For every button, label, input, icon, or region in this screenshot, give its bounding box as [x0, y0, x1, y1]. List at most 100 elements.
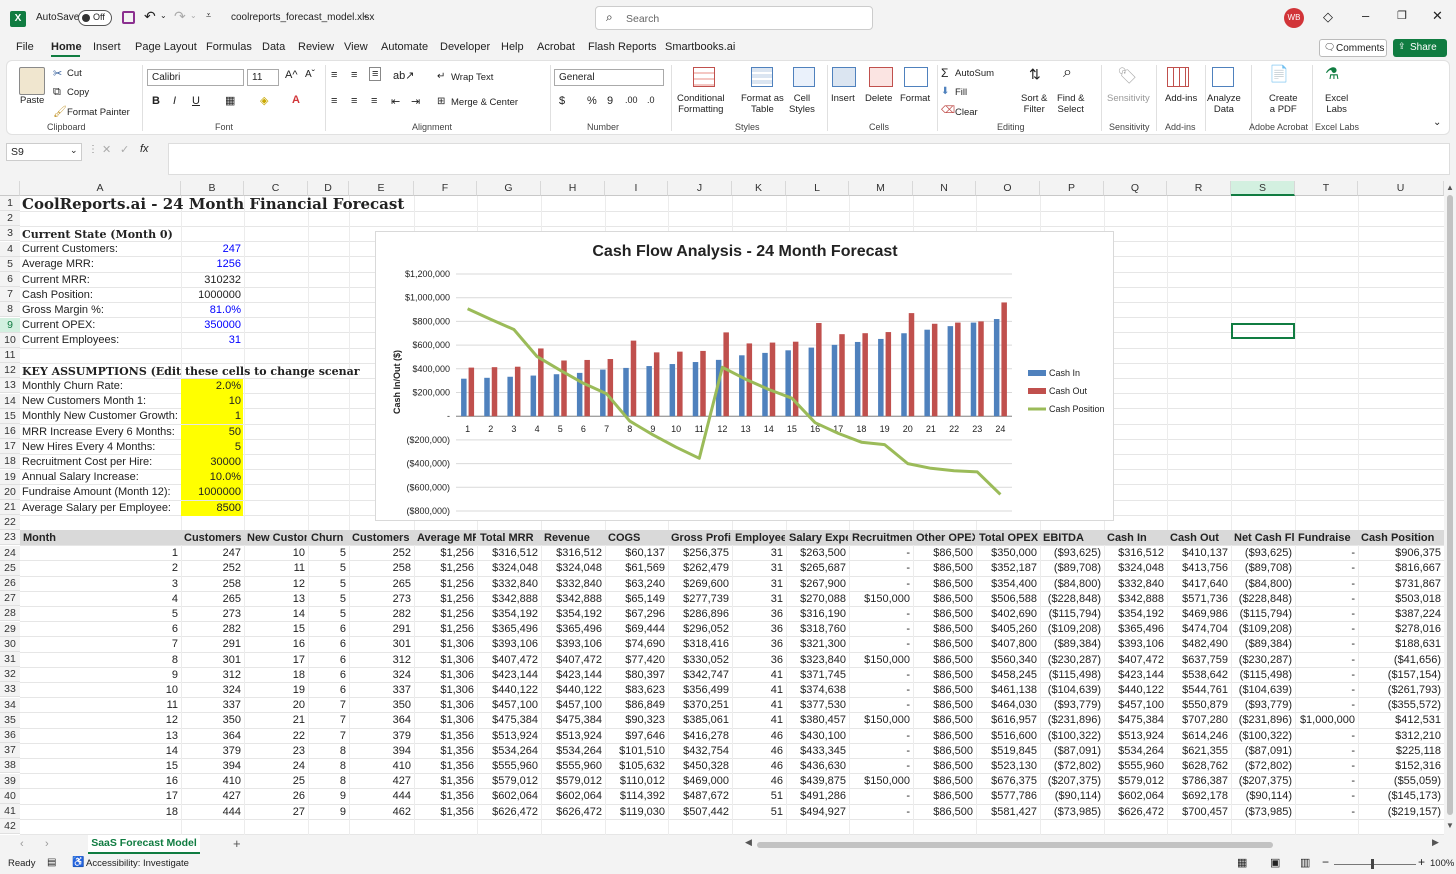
table-cell[interactable]: 350 [181, 713, 243, 728]
table-cell[interactable]: 46 [732, 759, 785, 774]
row-header[interactable]: 19 [0, 469, 20, 485]
table-cell[interactable]: $316,512 [541, 546, 604, 561]
table-cell[interactable]: $571,736 [1167, 592, 1230, 607]
table-cell[interactable]: $150,000 [849, 653, 912, 668]
fill-color-icon[interactable]: ◈ [260, 94, 268, 107]
table-cell[interactable]: $1,256 [414, 622, 476, 637]
table-cell[interactable]: ($219,157) [1358, 805, 1443, 820]
table-cell[interactable]: - [849, 744, 912, 759]
table-cell[interactable]: 7 [308, 698, 348, 713]
table-cell[interactable]: ($89,384) [1040, 637, 1103, 652]
table-cell[interactable]: $1,356 [414, 744, 476, 759]
zoom-slider[interactable] [1334, 864, 1416, 865]
align-middle-icon[interactable]: ≡ [351, 69, 357, 81]
table-cell[interactable]: 36 [732, 653, 785, 668]
enter-icon[interactable]: ✓ [120, 143, 129, 156]
row-header[interactable]: 28 [0, 606, 20, 622]
table-cell[interactable]: ($93,779) [1231, 698, 1294, 713]
table-cell[interactable]: - [849, 607, 912, 622]
page-break-view-icon[interactable]: ▥ [1300, 856, 1310, 869]
table-cell[interactable]: 46 [732, 744, 785, 759]
table-cell[interactable]: $324,048 [1104, 561, 1166, 576]
table-cell[interactable]: $352,187 [976, 561, 1039, 576]
table-cell[interactable]: $365,496 [541, 622, 604, 637]
table-cell[interactable]: - [1295, 653, 1357, 668]
table-header-cell[interactable]: Cash Position [1359, 531, 1443, 546]
table-cell[interactable]: $86,500 [913, 774, 975, 789]
table-header-cell[interactable]: Churn [309, 531, 348, 546]
table-cell[interactable]: 14 [20, 744, 180, 759]
table-cell[interactable]: 5 [308, 607, 348, 622]
next-sheet-icon[interactable]: › [45, 838, 49, 850]
assumption-label[interactable]: Fundraise Amount (Month 12): [20, 485, 180, 500]
table-cell[interactable]: $86,500 [913, 698, 975, 713]
table-cell[interactable]: $513,924 [477, 729, 540, 744]
row-header[interactable]: 2 [0, 211, 20, 227]
row-header[interactable]: 16 [0, 424, 20, 439]
table-cell[interactable]: ($109,208) [1040, 622, 1103, 637]
column-header[interactable]: A [20, 181, 181, 196]
zoom-level[interactable]: 100% [1430, 858, 1454, 869]
redo-icon[interactable]: ↷ [174, 8, 186, 25]
state-label[interactable]: Current OPEX: [20, 318, 180, 333]
table-cell[interactable]: $86,500 [913, 561, 975, 576]
borders-icon[interactable]: ▦ [225, 94, 235, 107]
table-cell[interactable]: 291 [181, 637, 243, 652]
tab-review[interactable]: Review [298, 41, 334, 53]
table-cell[interactable]: $692,178 [1167, 789, 1230, 804]
column-header[interactable]: R [1167, 181, 1231, 196]
assumption-label[interactable]: Average Salary per Employee: [20, 501, 180, 516]
table-cell[interactable]: 8 [308, 759, 348, 774]
assumption-value[interactable]: 50 [181, 424, 243, 440]
state-label[interactable]: Current Customers: [20, 242, 180, 257]
table-cell[interactable]: 364 [181, 729, 243, 744]
table-cell[interactable]: $439,875 [786, 774, 848, 789]
undo-dropdown-icon[interactable]: ⌄ [160, 11, 167, 20]
collapse-ribbon-icon[interactable]: ⌄ [1433, 117, 1441, 128]
table-cell[interactable]: $377,530 [786, 698, 848, 713]
table-cell[interactable]: $365,496 [477, 622, 540, 637]
table-cell[interactable]: 8 [308, 774, 348, 789]
table-cell[interactable]: 427 [181, 789, 243, 804]
align-top-icon[interactable]: ≡ [331, 69, 337, 81]
table-cell[interactable]: $579,012 [541, 774, 604, 789]
table-cell[interactable]: ($72,802) [1040, 759, 1103, 774]
table-cell[interactable]: $440,122 [1104, 683, 1166, 698]
row-header[interactable]: 8 [0, 302, 20, 318]
table-cell[interactable]: $544,761 [1167, 683, 1230, 698]
table-header-cell[interactable]: Customers ( [182, 531, 243, 546]
table-cell[interactable]: $475,384 [477, 713, 540, 728]
table-cell[interactable]: ($93,625) [1040, 546, 1103, 561]
fill-button[interactable]: Fill [955, 87, 967, 98]
table-cell[interactable]: - [1295, 698, 1357, 713]
column-header[interactable]: B [181, 181, 244, 196]
table-cell[interactable]: - [849, 668, 912, 683]
table-cell[interactable]: 18 [20, 805, 180, 820]
table-cell[interactable]: $86,500 [913, 607, 975, 622]
table-cell[interactable]: $265,687 [786, 561, 848, 576]
tab-acrobat[interactable]: Acrobat [537, 41, 575, 53]
table-cell[interactable]: 46 [732, 774, 785, 789]
table-cell[interactable]: $436,630 [786, 759, 848, 774]
table-cell[interactable]: $707,280 [1167, 713, 1230, 728]
table-cell[interactable]: $614,246 [1167, 729, 1230, 744]
row-header[interactable]: 41 [0, 804, 20, 819]
table-cell[interactable]: $507,442 [668, 805, 731, 820]
table-cell[interactable]: 20 [244, 698, 307, 713]
table-cell[interactable]: $105,632 [605, 759, 667, 774]
table-cell[interactable]: 11 [20, 698, 180, 713]
table-cell[interactable]: ($89,708) [1040, 561, 1103, 576]
table-cell[interactable]: $457,100 [477, 698, 540, 713]
table-cell[interactable]: $332,840 [541, 577, 604, 592]
row-header[interactable]: 27 [0, 591, 20, 607]
assumption-label[interactable]: Recruitment Cost per Hire: [20, 455, 180, 470]
table-cell[interactable]: $407,800 [976, 637, 1039, 652]
bold-icon[interactable]: B [152, 95, 160, 107]
table-cell[interactable]: 8 [308, 744, 348, 759]
table-cell[interactable]: $555,960 [541, 759, 604, 774]
table-cell[interactable]: $86,500 [913, 789, 975, 804]
table-cell[interactable]: $534,264 [477, 744, 540, 759]
close-icon[interactable]: ✕ [1432, 8, 1443, 24]
column-header[interactable]: O [976, 181, 1040, 196]
table-cell[interactable]: $316,190 [786, 607, 848, 622]
